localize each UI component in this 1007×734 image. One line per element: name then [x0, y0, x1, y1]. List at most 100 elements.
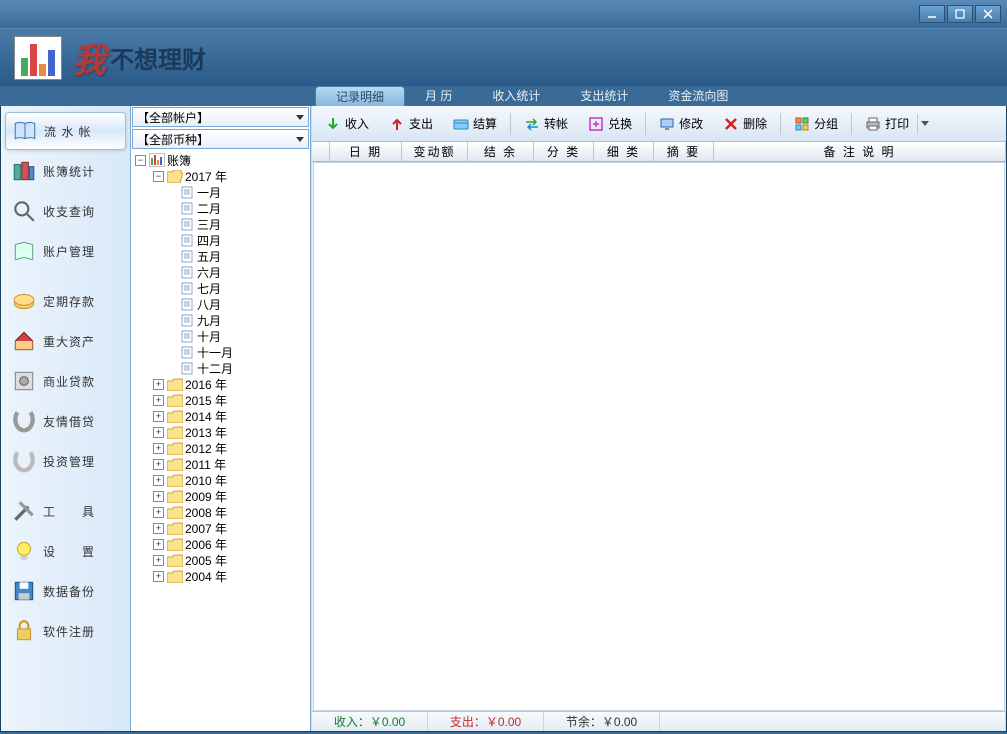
expand-icon[interactable]: +	[153, 459, 164, 470]
bulb-icon	[11, 539, 37, 563]
expand-icon[interactable]: +	[153, 491, 164, 502]
currency-filter-dropdown[interactable]: 【全部币种】	[132, 129, 309, 149]
grid-body[interactable]	[313, 162, 1005, 711]
tab-cashflow[interactable]: 资金流向图	[648, 86, 748, 106]
magnet-icon	[11, 449, 37, 473]
sidebar-item-register[interactable]: 软件注册	[5, 612, 126, 650]
sidebar-item-search[interactable]: 收支查询	[5, 192, 126, 230]
expand-icon[interactable]: +	[153, 427, 164, 438]
tree-month[interactable]: 五月	[133, 248, 308, 264]
tree-year[interactable]: +2016 年	[133, 376, 308, 392]
tree-year[interactable]: +2005 年	[133, 552, 308, 568]
tree-month[interactable]: 八月	[133, 296, 308, 312]
expand-icon[interactable]: +	[153, 379, 164, 390]
grid-col-marker[interactable]	[312, 142, 330, 161]
sidebar-item-ledger[interactable]: 流 水 帐	[5, 112, 126, 150]
collapse-icon[interactable]: −	[135, 155, 146, 166]
tree-month[interactable]: 十月	[133, 328, 308, 344]
minimize-button[interactable]	[919, 5, 945, 23]
close-button[interactable]	[975, 5, 1001, 23]
grid-col-balance[interactable]: 结 余	[468, 142, 534, 161]
sidebar-item-accounts[interactable]: 账户管理	[5, 232, 126, 270]
settle-button[interactable]: 结算	[444, 111, 506, 137]
grid-col-change[interactable]: 变动额	[402, 142, 468, 161]
tree-year[interactable]: +2011 年	[133, 456, 308, 472]
tree-month[interactable]: 二月	[133, 200, 308, 216]
tools-icon	[11, 499, 37, 523]
expand-icon[interactable]: +	[153, 475, 164, 486]
grid-col-subcat[interactable]: 细 类	[594, 142, 654, 161]
tab-records[interactable]: 记录明细	[315, 86, 405, 106]
app-title-post: 不想理财	[110, 40, 206, 75]
tree-month[interactable]: 九月	[133, 312, 308, 328]
file-icon	[181, 266, 195, 279]
tree-month[interactable]: 七月	[133, 280, 308, 296]
ledger-tree[interactable]: −账簿 −2017 年 一月二月三月四月五月六月七月八月九月十月十一月十二月 +…	[131, 150, 310, 731]
tree-year[interactable]: +2008 年	[133, 504, 308, 520]
expand-icon[interactable]: +	[153, 555, 164, 566]
print-button[interactable]: 打印	[856, 111, 940, 137]
file-icon	[181, 202, 195, 215]
toolbar: 收入 支出 结算 转帐 兑换 修改 删除 分组 打印	[312, 106, 1006, 142]
tree-year[interactable]: +2010 年	[133, 472, 308, 488]
transfer-button[interactable]: 转帐	[515, 111, 577, 137]
sidebar-item-settings[interactable]: 设 置	[5, 532, 126, 570]
sidebar-item-tools[interactable]: 工 具	[5, 492, 126, 530]
sidebar-item-deposit[interactable]: 定期存款	[5, 282, 126, 320]
grid-col-category[interactable]: 分 类	[534, 142, 594, 161]
grid-col-date[interactable]: 日 期	[330, 142, 402, 161]
tree-year[interactable]: +2009 年	[133, 488, 308, 504]
sidebar-item-loan[interactable]: 商业贷款	[5, 362, 126, 400]
tree-month[interactable]: 三月	[133, 216, 308, 232]
expand-icon[interactable]: +	[153, 571, 164, 582]
tab-income-stats[interactable]: 收入统计	[472, 86, 560, 106]
sidebar-item-invest[interactable]: 投资管理	[5, 442, 126, 480]
collapse-icon[interactable]: −	[153, 171, 164, 182]
income-button[interactable]: 收入	[316, 111, 378, 137]
tab-expense-stats[interactable]: 支出统计	[560, 86, 648, 106]
tree-month[interactable]: 十一月	[133, 344, 308, 360]
safe-icon	[11, 369, 37, 393]
grid-col-remark[interactable]: 备 注 说 明	[714, 142, 1006, 161]
tree-month[interactable]: 六月	[133, 264, 308, 280]
account-filter-dropdown[interactable]: 【全部帐户】	[132, 107, 309, 127]
expand-icon[interactable]: +	[153, 443, 164, 454]
expand-icon[interactable]: +	[153, 507, 164, 518]
tree-month[interactable]: 一月	[133, 184, 308, 200]
maximize-button[interactable]	[947, 5, 973, 23]
tab-calendar[interactable]: 月 历	[405, 86, 472, 106]
grid-col-summary[interactable]: 摘 要	[654, 142, 714, 161]
tree-year[interactable]: +2014 年	[133, 408, 308, 424]
expand-icon[interactable]: +	[153, 523, 164, 534]
sidebar-item-lending[interactable]: 友情借贷	[5, 402, 126, 440]
arrow-up-red-icon	[389, 116, 405, 132]
status-income: 收入：￥0.00	[312, 712, 428, 731]
folder-icon	[167, 506, 183, 519]
tree-year[interactable]: +2007 年	[133, 520, 308, 536]
tree-month[interactable]: 四月	[133, 232, 308, 248]
exchange-button[interactable]: 兑换	[579, 111, 641, 137]
main-area: 流 水 帐 账簿统计 收支查询 账户管理 定期存款 重大资产 商业贷款 友情借贷…	[0, 106, 1007, 732]
expense-button[interactable]: 支出	[380, 111, 442, 137]
group-button[interactable]: 分组	[785, 111, 847, 137]
tree-year[interactable]: +2015 年	[133, 392, 308, 408]
sidebar-item-book-stats[interactable]: 账簿统计	[5, 152, 126, 190]
house-icon	[11, 329, 37, 353]
tree-year-open[interactable]: −2017 年	[133, 168, 308, 184]
tree-month[interactable]: 十二月	[133, 360, 308, 376]
tree-year[interactable]: +2012 年	[133, 440, 308, 456]
app-logo-icon	[14, 36, 62, 80]
x-red-icon	[723, 116, 739, 132]
expand-icon[interactable]: +	[153, 411, 164, 422]
tree-year[interactable]: +2004 年	[133, 568, 308, 584]
tree-root[interactable]: −账簿	[133, 152, 308, 168]
expand-icon[interactable]: +	[153, 395, 164, 406]
edit-button[interactable]: 修改	[650, 111, 712, 137]
sidebar-item-assets[interactable]: 重大资产	[5, 322, 126, 360]
tree-year[interactable]: +2006 年	[133, 536, 308, 552]
chevron-down-icon[interactable]	[917, 114, 931, 134]
tree-year[interactable]: +2013 年	[133, 424, 308, 440]
sidebar-item-backup[interactable]: 数据备份	[5, 572, 126, 610]
expand-icon[interactable]: +	[153, 539, 164, 550]
delete-button[interactable]: 删除	[714, 111, 776, 137]
